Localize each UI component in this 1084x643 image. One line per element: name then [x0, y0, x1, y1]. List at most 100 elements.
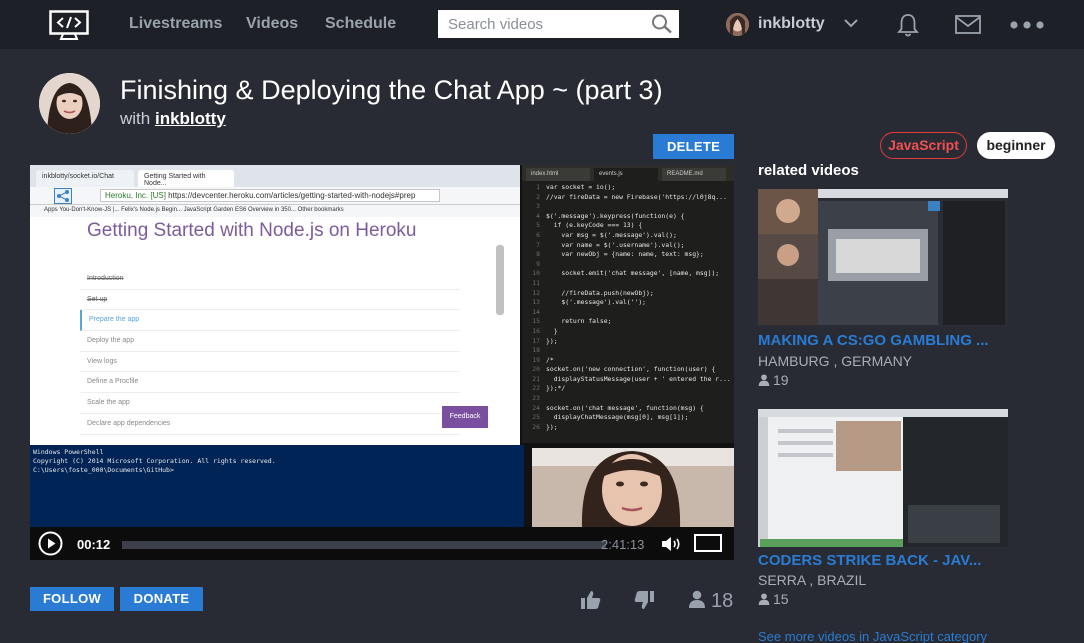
- editor-tab: events.js: [594, 168, 658, 181]
- nav-livestreams[interactable]: Livestreams: [129, 15, 222, 33]
- code-text: //fireData.push(newObj);: [546, 288, 654, 297]
- line-number: 13: [532, 298, 540, 307]
- code-line: 7 var name = $('.username').val();: [522, 241, 734, 251]
- bell-icon[interactable]: [897, 13, 919, 37]
- console-line: Copyright (C) 2014 Microsoft Corporation…: [33, 457, 276, 465]
- code-line: 13 $('.message').val('');: [522, 298, 734, 308]
- line-number: 1: [536, 183, 540, 191]
- console-line: Windows PowerShell: [33, 448, 104, 456]
- code-line: 2 //var fireData = new Firebase('https://…: [522, 193, 734, 203]
- code-text: //var fireData = new Firebase('https://l…: [546, 192, 727, 201]
- code-line: 16 }: [522, 327, 734, 337]
- code-text: });*/: [546, 384, 566, 393]
- code-text: }: [546, 326, 558, 335]
- monitor-code-logo-icon[interactable]: [49, 10, 89, 40]
- code-line: 1 var socket = io();: [522, 183, 734, 193]
- see-more-link[interactable]: See more videos in JavaScript category: [758, 629, 987, 643]
- code-text: $('.message').val('');: [546, 298, 647, 307]
- streamer-avatar[interactable]: [39, 73, 100, 134]
- line-number: 11: [532, 278, 540, 287]
- viewers-icon: [689, 590, 705, 608]
- code-line: 8 var newObj = {name: name, text: msg};: [522, 250, 734, 260]
- line-number: 14: [532, 307, 540, 316]
- play-icon[interactable]: [38, 531, 63, 556]
- line-number: 2: [536, 192, 540, 201]
- line-number: 16: [532, 326, 540, 335]
- more-options-icon[interactable]: [1010, 20, 1046, 30]
- viewers-icon: [758, 593, 770, 605]
- related-videos-heading: related videos: [758, 162, 859, 179]
- related-video-views: 19: [758, 372, 789, 388]
- toc-item: View logs: [80, 352, 460, 373]
- related-video-title[interactable]: MAKING A CS:GO GAMBLING ...: [758, 332, 989, 349]
- nav-schedule[interactable]: Schedule: [325, 15, 396, 33]
- url-owner: Heroku, Inc. [US]: [105, 191, 166, 200]
- tag-javascript[interactable]: JavaScript: [880, 132, 967, 159]
- code-editor: index.html events.js README.md 1 var sock…: [522, 165, 734, 443]
- chevron-down-icon[interactable]: [843, 17, 859, 29]
- code-text: return false;: [546, 317, 612, 326]
- powershell-console: Windows PowerShell Copyright (C) 2014 Mic…: [30, 445, 524, 527]
- feedback-tab: Feedback: [442, 406, 488, 428]
- related-video-title[interactable]: CODERS STRIKE BACK - JAV...: [758, 552, 981, 569]
- code-text: displayStatusMessage(user + ' entered th…: [546, 374, 731, 383]
- code-line: 14: [522, 308, 734, 318]
- user-name[interactable]: inkblotty: [758, 15, 825, 33]
- nav-videos[interactable]: Videos: [246, 15, 298, 33]
- code-text: var newObj = {name: name, text: msg};: [546, 250, 704, 259]
- volume-icon[interactable]: [661, 535, 683, 553]
- user-avatar[interactable]: [726, 13, 749, 36]
- code-line: 4 $('.message').keypress(function(e) {: [522, 212, 734, 222]
- page-heading: Getting Started with Node.js on Heroku: [87, 220, 417, 241]
- toc-item: Prepare the app: [80, 310, 460, 332]
- search-box: [438, 10, 679, 38]
- console-line: C:\Users\foste_000\Documents\GitHub>: [33, 466, 174, 474]
- code-text: var msg = $('.message').val();: [546, 230, 677, 239]
- donate-button[interactable]: DONATE: [120, 587, 203, 611]
- streamer-link[interactable]: inkblotty: [155, 109, 226, 128]
- toc-item: Scale the app: [80, 393, 460, 414]
- code-line: 3: [522, 202, 734, 212]
- related-video-location: HAMBURG , GERMANY: [758, 353, 913, 369]
- toc-item: Set up: [80, 290, 460, 311]
- toc-item: Introduction: [80, 269, 460, 290]
- toc-item: Deploy the app: [80, 331, 460, 352]
- related-video-views: 15: [758, 591, 789, 607]
- code-lines: 1 var socket = io(); 2 //var fireData = new…: [522, 183, 734, 432]
- follow-button[interactable]: FOLLOW: [30, 587, 114, 611]
- code-line: 15 return false;: [522, 317, 734, 327]
- code-line: 9: [522, 260, 734, 270]
- viewers-icon: [758, 374, 770, 386]
- search-icon[interactable]: [651, 14, 673, 34]
- search-input[interactable]: [438, 10, 679, 38]
- related-video-thumbnail[interactable]: [758, 189, 1008, 327]
- line-number: 6: [536, 230, 540, 239]
- fullscreen-button[interactable]: [694, 534, 722, 552]
- code-line: 6 var msg = $('.message').val();: [522, 231, 734, 241]
- share-icon: [54, 188, 72, 204]
- seek-bar[interactable]: [122, 541, 606, 549]
- line-number: 7: [536, 240, 540, 249]
- table-of-contents: Introduction Set up Prepare the app Depl…: [80, 269, 460, 435]
- thumbs-up-icon[interactable]: [580, 590, 602, 610]
- line-number: 25: [532, 413, 540, 422]
- related-video-thumbnail[interactable]: [758, 409, 1008, 547]
- code-line: 11: [522, 279, 734, 289]
- code-line: 25 displayChatMessage(msg[0], msg[1]);: [522, 413, 734, 423]
- browser-tab: Getting Started with Node...: [138, 170, 234, 187]
- code-text: });: [546, 422, 558, 431]
- tag-beginner[interactable]: beginner: [977, 132, 1055, 159]
- url-text: https://devcenter.heroku.com/articles/ge…: [168, 191, 416, 200]
- code-text: socket.on('new connection', function(use…: [546, 365, 716, 374]
- thumbs-down-icon[interactable]: [633, 590, 655, 610]
- line-number: 21: [532, 374, 540, 383]
- mail-icon[interactable]: [955, 15, 981, 34]
- delete-button[interactable]: DELETE: [653, 134, 734, 159]
- editor-tab: README.md: [662, 168, 726, 181]
- webcam-feed: [532, 448, 734, 528]
- browser-scrollbar: [496, 245, 504, 315]
- line-number: 24: [532, 403, 540, 412]
- top-nav: Livestreams Videos Schedule inkblotty: [0, 0, 1084, 49]
- code-line: 24 socket.on('chat message', function(msg…: [522, 404, 734, 414]
- video-player[interactable]: inkblotty/socket.io/Chat Getting Started…: [30, 165, 734, 560]
